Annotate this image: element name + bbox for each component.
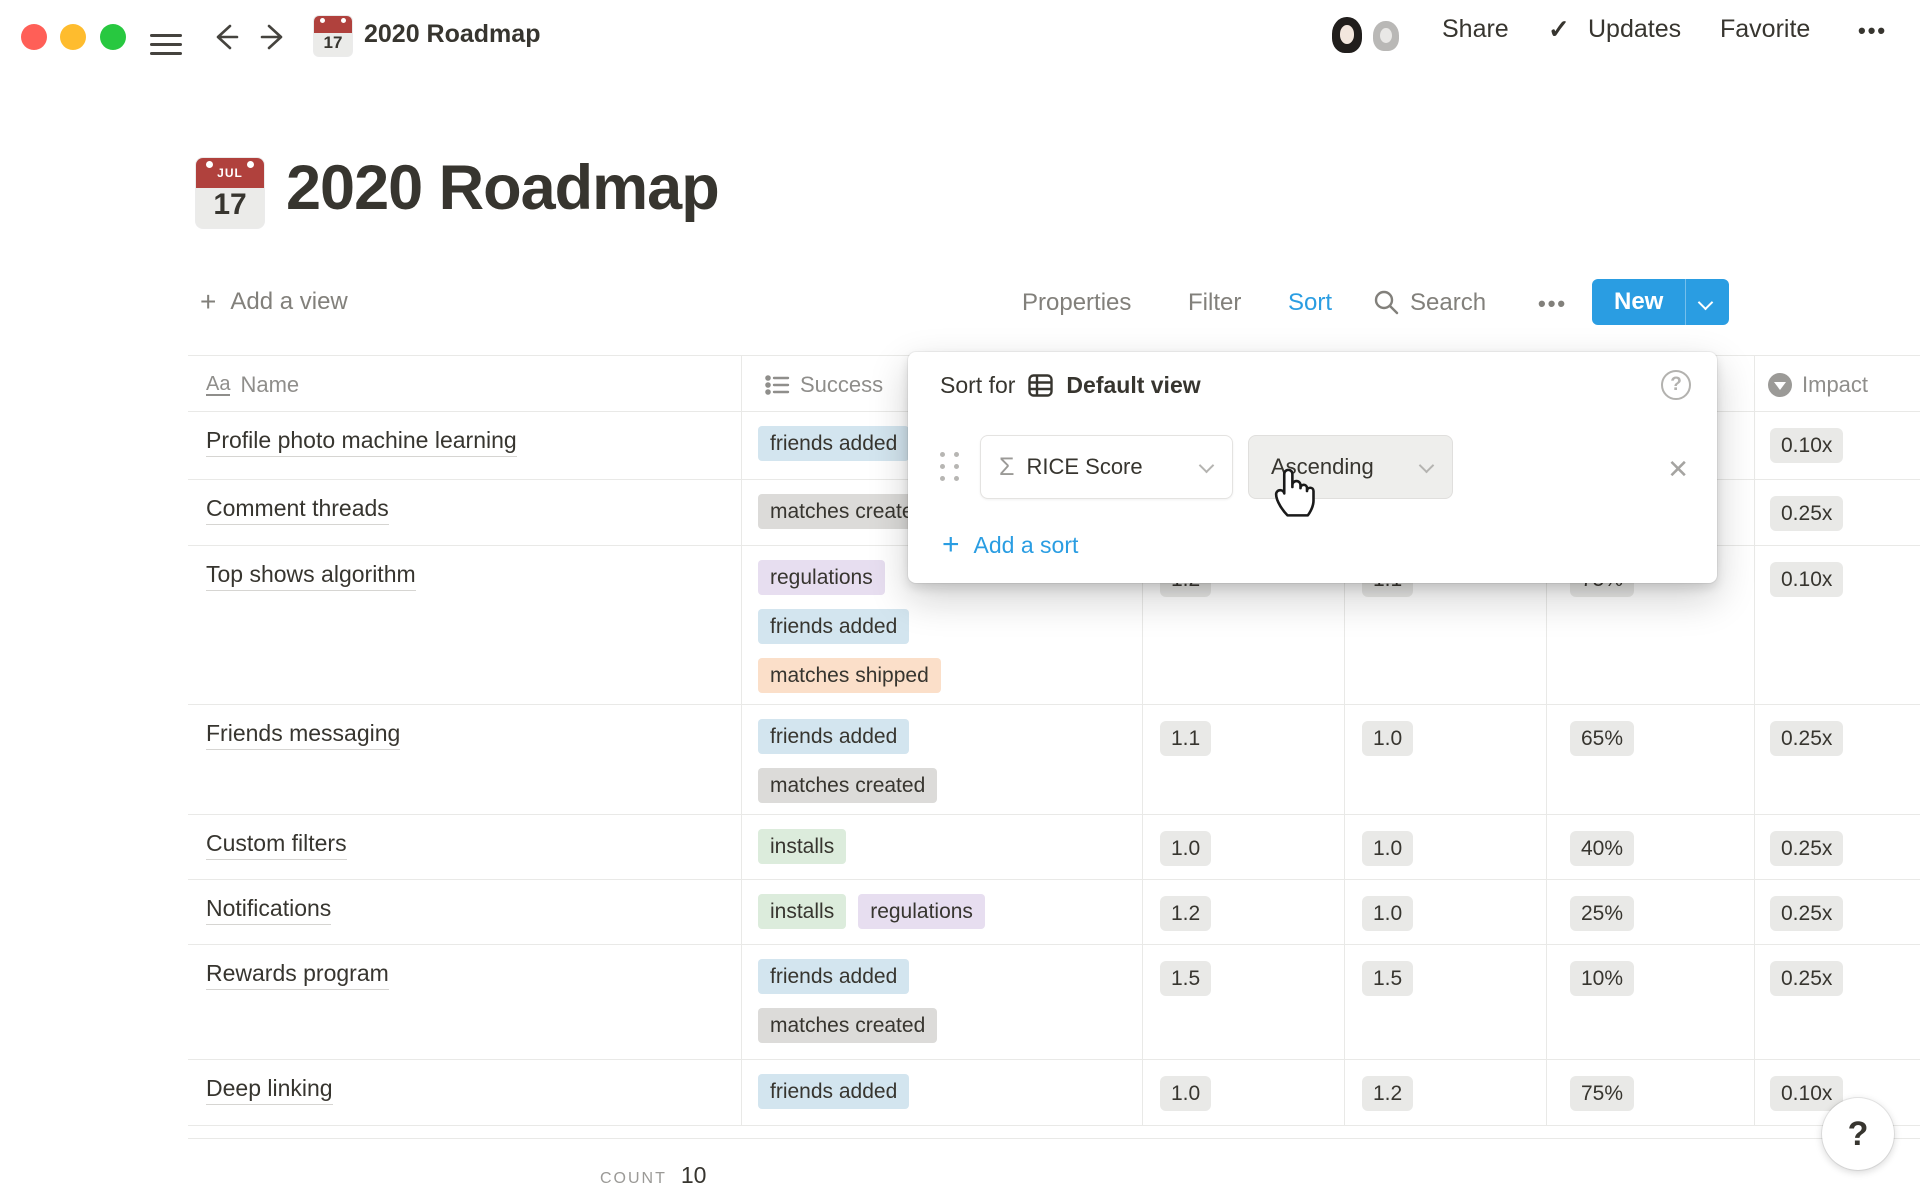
impact-value[interactable]: 0.25x [1770, 961, 1843, 996]
table-footer-divider [188, 1138, 1920, 1139]
share-button[interactable]: Share [1442, 15, 1509, 44]
tag[interactable]: regulations [758, 560, 885, 595]
cell-value[interactable]: 1.5 [1362, 961, 1413, 996]
table-view-icon [1027, 372, 1054, 399]
add-view-button[interactable]: + Add a view [200, 286, 348, 318]
table-row[interactable]: Friends messaging friends added matches … [188, 705, 1920, 815]
impact-value[interactable]: 0.25x [1770, 721, 1843, 756]
cell-value[interactable]: 1.0 [1362, 721, 1413, 756]
sort-button[interactable]: Sort [1288, 289, 1332, 317]
column-header-impact[interactable]: Impact [1768, 356, 1868, 413]
count-footer[interactable]: COUNT 10 [600, 1162, 706, 1189]
formula-sigma-icon: Σ [999, 453, 1014, 482]
tag[interactable]: friends added [758, 426, 909, 461]
cell-value[interactable]: 1.1 [1160, 721, 1211, 756]
add-sort-button[interactable]: + Add a sort [942, 528, 1078, 562]
text-property-icon: Aa [206, 374, 230, 396]
cell-value[interactable]: 1.0 [1160, 831, 1211, 866]
tag[interactable]: regulations [858, 894, 985, 929]
forward-arrow-icon[interactable] [259, 22, 289, 52]
tag[interactable]: matches created [758, 1008, 937, 1043]
cell-value[interactable]: 40% [1570, 831, 1634, 866]
row-name[interactable]: Friends messaging [206, 720, 400, 747]
cell-value[interactable]: 1.0 [1362, 831, 1413, 866]
multi-select-icon [764, 372, 790, 398]
updates-check-icon: ✓ [1548, 14, 1570, 45]
page-title[interactable]: 2020 Roadmap [286, 152, 719, 224]
cell-value[interactable]: 25% [1570, 896, 1634, 931]
back-arrow-icon[interactable] [210, 22, 240, 52]
cell-value[interactable]: 1.5 [1160, 961, 1211, 996]
tag[interactable]: matches shipped [758, 658, 941, 693]
select-icon [1768, 373, 1792, 397]
properties-button[interactable]: Properties [1022, 289, 1131, 317]
plus-icon: + [942, 528, 960, 562]
hand-cursor [1268, 462, 1320, 520]
breadcrumb-page-title[interactable]: 2020 Roadmap [364, 20, 540, 49]
tag[interactable]: friends added [758, 1074, 909, 1109]
impact-value[interactable]: 0.10x [1770, 428, 1843, 463]
drag-handle-icon[interactable] [940, 452, 962, 484]
window-close-button[interactable] [21, 24, 47, 50]
cell-value[interactable]: 1.2 [1362, 1076, 1413, 1111]
tag[interactable]: friends added [758, 959, 909, 994]
page-calendar-icon[interactable]: JUL 17 [196, 158, 264, 228]
table-row[interactable]: Deep linking friends added 1.0 1.2 75% 0… [188, 1060, 1920, 1126]
cell-value[interactable]: 1.0 [1362, 896, 1413, 931]
column-header-name[interactable]: Aa Name [206, 356, 299, 413]
help-button[interactable]: ? [1822, 1098, 1894, 1170]
search-button[interactable]: Search [1410, 289, 1486, 317]
help-icon[interactable]: ? [1661, 370, 1691, 400]
cell-value[interactable]: 1.0 [1160, 1076, 1211, 1111]
table-row[interactable]: Custom filters installs 1.0 1.0 40% 0.25… [188, 815, 1920, 880]
impact-value[interactable]: 0.10x [1770, 562, 1843, 597]
more-options-icon[interactable]: ••• [1858, 18, 1887, 44]
chevron-down-icon [1199, 457, 1215, 473]
row-name[interactable]: Custom filters [206, 830, 347, 857]
page-calendar-icon-small: 17 [314, 16, 352, 56]
impact-value[interactable]: 0.25x [1770, 896, 1843, 931]
row-name[interactable]: Comment threads [206, 495, 389, 522]
search-icon[interactable] [1372, 288, 1400, 316]
remove-sort-icon[interactable]: ✕ [1667, 454, 1689, 485]
chevron-down-icon [1419, 457, 1435, 473]
tag[interactable]: installs [758, 829, 846, 864]
tag[interactable]: friends added [758, 609, 909, 644]
filter-button[interactable]: Filter [1188, 289, 1241, 317]
window-minimize-button[interactable] [60, 24, 86, 50]
impact-value[interactable]: 0.10x [1770, 1076, 1843, 1111]
window-zoom-button[interactable] [100, 24, 126, 50]
tag[interactable]: installs [758, 894, 846, 929]
sort-view-name: Default view [1066, 372, 1200, 399]
sidebar-menu-icon[interactable] [150, 28, 182, 61]
chevron-down-icon[interactable] [1698, 294, 1714, 310]
avatar[interactable] [1327, 15, 1367, 55]
row-name[interactable]: Deep linking [206, 1075, 333, 1102]
column-header-success[interactable]: Success [764, 356, 883, 413]
cell-value[interactable]: 65% [1570, 721, 1634, 756]
updates-button[interactable]: Updates [1588, 15, 1681, 44]
impact-value[interactable]: 0.25x [1770, 831, 1843, 866]
table-row[interactable]: Rewards program friends added matches cr… [188, 945, 1920, 1060]
sort-property-select[interactable]: Σ RICE Score [980, 435, 1233, 499]
tag[interactable]: matches created [758, 768, 937, 803]
cell-value[interactable]: 75% [1570, 1076, 1634, 1111]
row-name[interactable]: Top shows algorithm [206, 561, 416, 588]
view-more-options-icon[interactable]: ••• [1538, 291, 1567, 317]
tag[interactable]: friends added [758, 719, 909, 754]
row-name[interactable]: Notifications [206, 895, 331, 922]
table-row[interactable]: Notifications installs regulations 1.2 1… [188, 880, 1920, 945]
cell-value[interactable]: 10% [1570, 961, 1634, 996]
new-button[interactable]: New [1592, 279, 1729, 325]
sort-for-label: Sort for [940, 372, 1015, 399]
row-name[interactable]: Rewards program [206, 960, 389, 987]
plus-icon: + [200, 286, 216, 318]
impact-value[interactable]: 0.25x [1770, 496, 1843, 531]
favorite-button[interactable]: Favorite [1720, 15, 1810, 44]
row-name[interactable]: Profile photo machine learning [206, 427, 517, 454]
cell-value[interactable]: 1.2 [1160, 896, 1211, 931]
notion-window: 17 2020 Roadmap Share ✓ Updates Favorite… [0, 0, 1920, 1200]
avatar-faded[interactable] [1369, 19, 1403, 53]
